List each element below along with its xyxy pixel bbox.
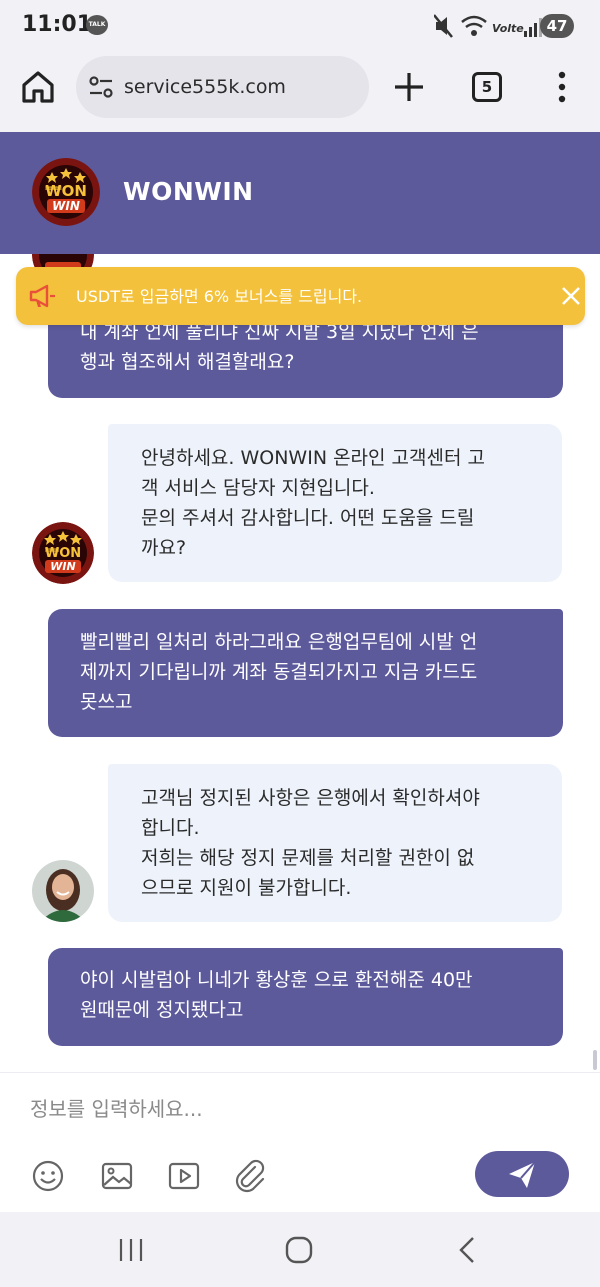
battery-indicator: 47 bbox=[540, 14, 574, 38]
message-line: 객 서비스 담당자 지현입니다. bbox=[141, 477, 375, 499]
avatar-logo-text-top: ₩ON bbox=[45, 546, 81, 561]
url-text: service555k.com bbox=[124, 76, 286, 98]
chat-messages[interactable]: 내 계좌 언제 풀리냐 진짜 시발 3일 지났다 언제 은 행과 협조해서 해결… bbox=[0, 254, 600, 1072]
message-line: 문의 주셔서 감사합니다. 어떤 도움을 드릴 bbox=[141, 507, 475, 529]
message-line: 제까지 기다립니까 계좌 동결되가지고 지금 카드도 bbox=[80, 661, 478, 683]
image-icon[interactable] bbox=[100, 1159, 134, 1193]
message-line: 행과 협조해서 해결할래요? bbox=[80, 351, 295, 373]
send-button[interactable] bbox=[475, 1151, 569, 1197]
emoji-icon[interactable] bbox=[31, 1159, 65, 1193]
browser-toolbar: service555k.com 5 bbox=[0, 52, 600, 132]
message-line: 으므로 지원이 불가합니다. bbox=[141, 877, 352, 899]
promo-notice: USDT로 입금하면 6% 보너스를 드립니다. bbox=[16, 267, 585, 325]
message-line: 못쓰고 bbox=[80, 691, 133, 713]
message-line: 빨리빨리 일처리 하라그래요 은행업무팀에 시발 언 bbox=[80, 631, 478, 653]
system-nav-bar bbox=[0, 1212, 600, 1287]
avatar-logo-text-bottom: WIN bbox=[50, 560, 75, 573]
svg-text:Volte: Volte bbox=[492, 22, 524, 35]
logo-text-top: ₩ON bbox=[45, 182, 87, 200]
status-time: 11:01 bbox=[22, 12, 93, 37]
message-line: 합니다. bbox=[141, 817, 200, 839]
logo-text-bottom: WIN bbox=[52, 199, 80, 213]
user-message: 야이 시발럼아 니네가 황상훈 으로 환전해준 40만 원때문에 정지됐다고 bbox=[48, 948, 563, 1046]
home-icon[interactable] bbox=[20, 70, 56, 104]
home-nav-icon[interactable] bbox=[279, 1234, 319, 1266]
new-tab-icon[interactable] bbox=[392, 70, 426, 104]
site-settings-icon[interactable] bbox=[88, 74, 114, 100]
chat-header: ₩ON WIN WONWIN bbox=[0, 132, 600, 254]
back-icon[interactable] bbox=[447, 1234, 487, 1266]
message-line: 고객님 정지된 사항은 은행에서 확인하셔야 bbox=[141, 787, 480, 809]
message-input[interactable] bbox=[30, 1089, 570, 1129]
tabs-button[interactable]: 5 bbox=[472, 72, 502, 102]
message-line: 저희는 해당 정지 문제를 처리할 권한이 없 bbox=[141, 847, 475, 869]
volte-icon: Volte bbox=[492, 22, 524, 35]
wonwin-logo: ₩ON WIN bbox=[32, 158, 100, 226]
message-line: 까요? bbox=[141, 537, 187, 559]
send-icon bbox=[509, 1161, 536, 1188]
message-line: 안녕하세요. WONWIN 온라인 고객센터 고 bbox=[141, 447, 485, 469]
message-composer bbox=[0, 1072, 600, 1212]
message-line: 야이 시발럼아 니네가 황상훈 으로 환전해준 40만 bbox=[80, 969, 473, 991]
agent-avatar-person bbox=[32, 860, 94, 922]
site-title: WONWIN bbox=[123, 177, 254, 206]
agent-avatar-logo: ₩ON WIN bbox=[32, 522, 94, 584]
status-bar: 11:01 TALK Volte 47 bbox=[0, 0, 600, 52]
kakaotalk-notification-icon: TALK bbox=[86, 15, 108, 35]
recents-icon[interactable] bbox=[111, 1234, 151, 1266]
more-menu-icon[interactable] bbox=[552, 70, 572, 104]
agent-message: 고객님 정지된 사항은 은행에서 확인하셔야 합니다. 저희는 해당 정지 문제… bbox=[108, 764, 562, 922]
wifi-icon bbox=[461, 15, 487, 36]
scrollbar-thumb[interactable] bbox=[593, 1050, 597, 1070]
megaphone-icon bbox=[29, 284, 55, 308]
address-bar[interactable]: service555k.com bbox=[76, 56, 369, 118]
message-line: 원때문에 정지됐다고 bbox=[80, 999, 244, 1021]
mute-icon bbox=[434, 14, 453, 38]
close-icon[interactable] bbox=[557, 282, 585, 310]
user-message: 빨리빨리 일처리 하라그래요 은행업무팀에 시발 언 제까지 기다립니까 계좌 … bbox=[48, 609, 563, 737]
agent-message: 안녕하세요. WONWIN 온라인 고객센터 고 객 서비스 담당자 지현입니다… bbox=[108, 424, 562, 582]
video-icon[interactable] bbox=[167, 1159, 201, 1193]
notice-text: USDT로 입금하면 6% 보너스를 드립니다. bbox=[76, 287, 363, 306]
attach-icon[interactable] bbox=[233, 1159, 267, 1193]
